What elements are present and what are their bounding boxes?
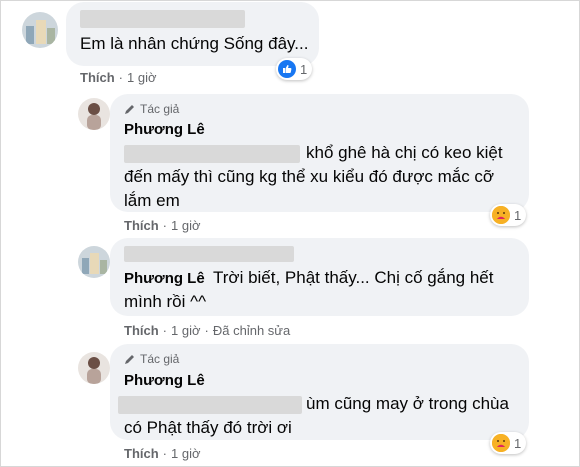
timestamp[interactable]: 1 giờ bbox=[127, 70, 157, 85]
pencil-icon bbox=[125, 105, 134, 114]
like-button[interactable]: Thích bbox=[124, 446, 159, 461]
comment-actions: Thích · 1 giờ bbox=[80, 70, 157, 85]
redacted-name bbox=[124, 246, 294, 262]
comment-text: khổ ghê hà chị có keo kiệt bbox=[306, 143, 503, 162]
pencil-icon bbox=[125, 355, 134, 364]
commenter-name[interactable]: Phương Lê bbox=[124, 121, 205, 138]
like-button[interactable]: Thích bbox=[124, 323, 159, 338]
reaction-badge[interactable]: 1 bbox=[490, 432, 527, 454]
timestamp[interactable]: 1 giờ bbox=[171, 218, 201, 233]
redacted-mention bbox=[118, 396, 302, 414]
like-button[interactable]: Thích bbox=[80, 70, 115, 85]
comment-text: mình rồi ^^ bbox=[124, 292, 207, 311]
comment-text: ùm cũng may ở trong chùa bbox=[306, 394, 509, 413]
avatar[interactable] bbox=[78, 98, 110, 130]
redacted-mention bbox=[124, 145, 300, 163]
comment-text: Em là nhân chứng Sống đây... bbox=[80, 34, 309, 53]
care-icon bbox=[492, 206, 510, 224]
like-button[interactable]: Thích bbox=[124, 218, 159, 233]
author-badge: Tác giả bbox=[124, 352, 179, 366]
reaction-badge[interactable]: 1 bbox=[276, 58, 313, 80]
comment-actions: Thích · 1 giờ · Đã chỉnh sửa bbox=[124, 323, 291, 338]
avatar[interactable] bbox=[78, 352, 110, 384]
care-icon bbox=[492, 434, 510, 452]
comment-text: đến mấy thì cũng kg thể xu kiểu đó được … bbox=[124, 167, 495, 186]
edited-label[interactable]: Đã chỉnh sửa bbox=[213, 323, 290, 338]
avatar[interactable] bbox=[78, 246, 110, 278]
like-icon bbox=[278, 60, 296, 78]
reaction-badge[interactable]: 1 bbox=[490, 204, 527, 226]
comment-text: lắm em bbox=[124, 191, 180, 210]
comment-text: Trời biết, Phật thấy... Chị cố gắng hết bbox=[213, 268, 494, 287]
timestamp[interactable]: 1 giờ bbox=[171, 323, 201, 338]
avatar[interactable] bbox=[22, 12, 58, 48]
comment-text: có Phật thấy đó trời ơi bbox=[124, 418, 292, 437]
redacted-name bbox=[80, 10, 245, 28]
comment-actions: Thích · 1 giờ bbox=[124, 218, 201, 233]
comment-actions: Thích · 1 giờ bbox=[124, 446, 201, 461]
author-badge: Tác giả bbox=[124, 102, 179, 116]
commenter-name[interactable]: Phương Lê bbox=[124, 270, 205, 287]
commenter-name[interactable]: Phương Lê bbox=[124, 372, 205, 389]
timestamp[interactable]: 1 giờ bbox=[171, 446, 201, 461]
